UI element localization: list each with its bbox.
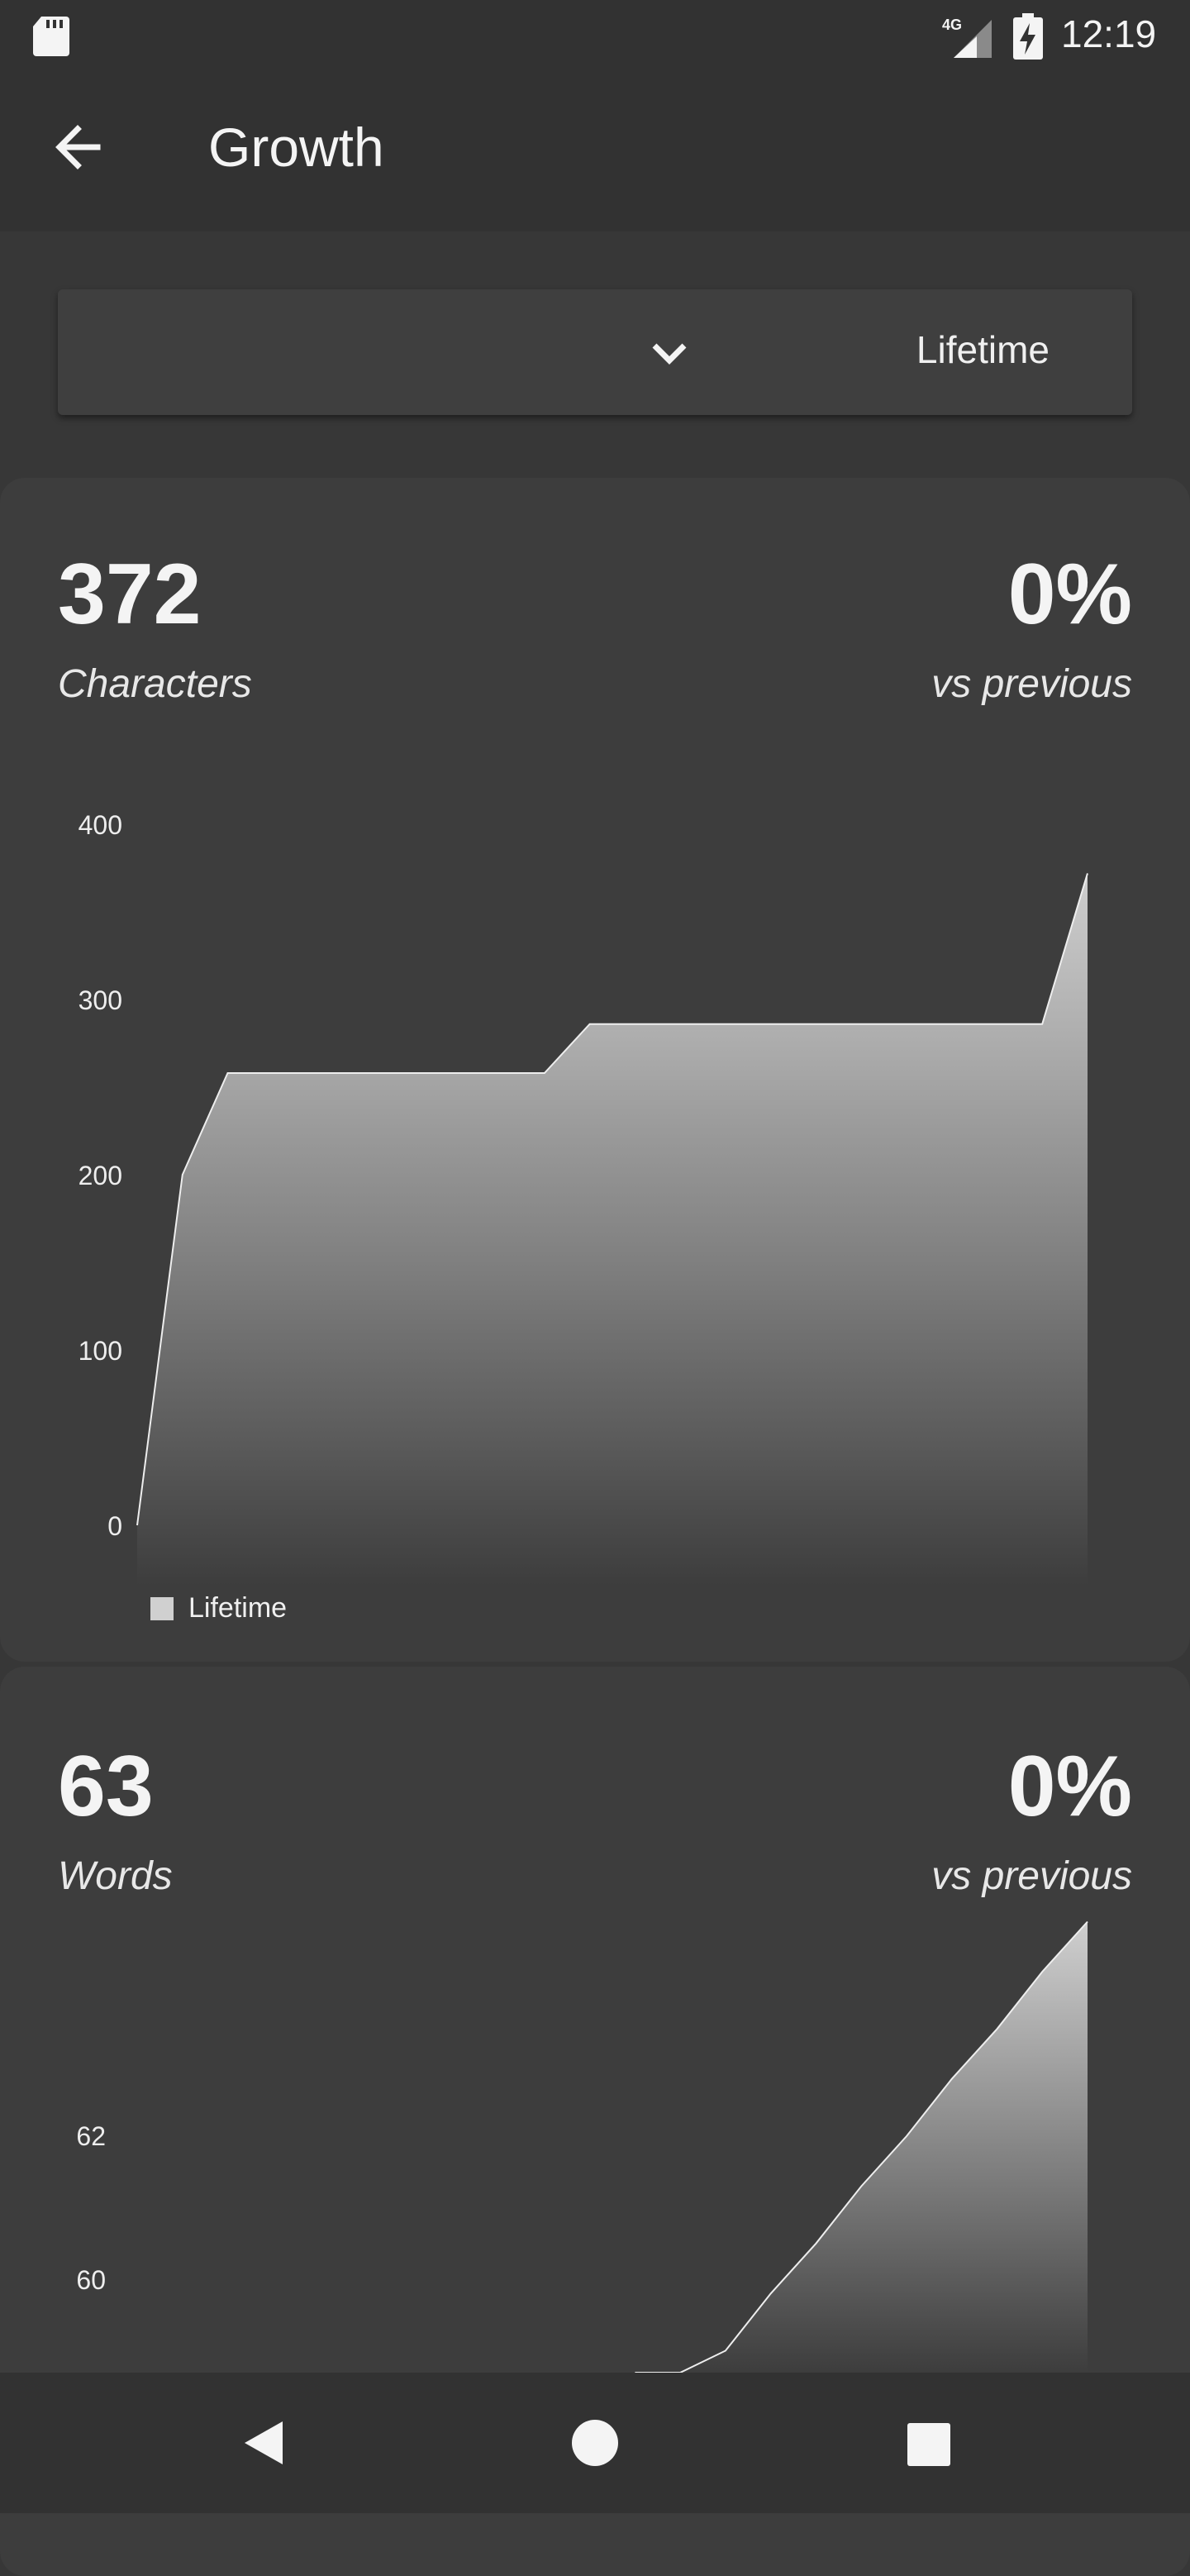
- characters-chart-area: [137, 873, 1088, 1586]
- nav-home-icon[interactable]: [570, 2418, 620, 2468]
- nav-recents-icon[interactable]: [906, 2421, 952, 2468]
- charts-canvas: [136, 873, 1088, 2373]
- nav-back-icon[interactable]: [240, 2418, 289, 2468]
- words-chart-area: [635, 1921, 1088, 2373]
